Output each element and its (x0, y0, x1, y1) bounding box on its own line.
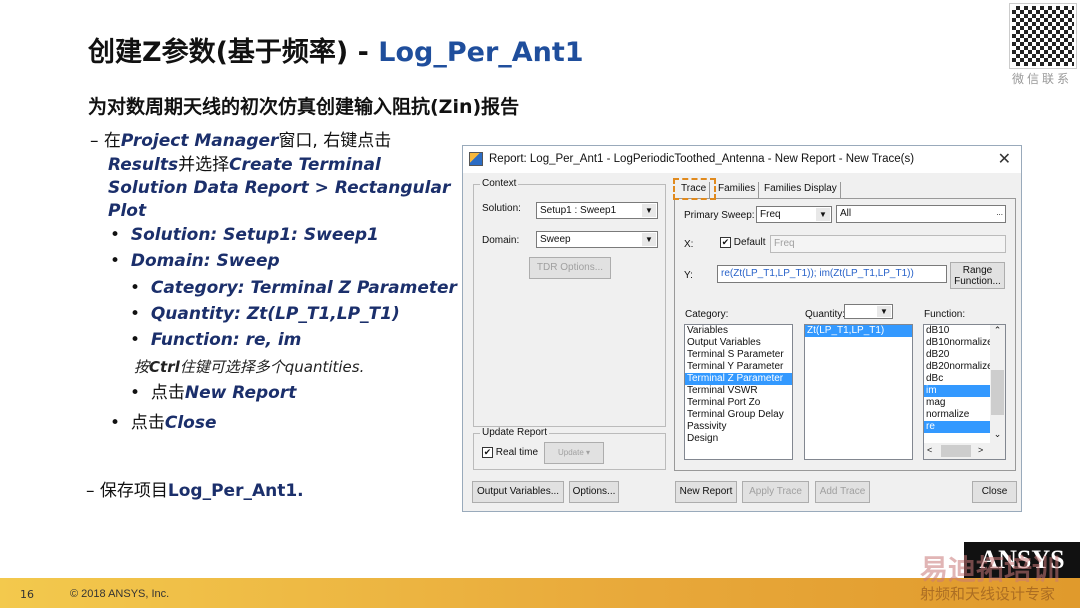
dialog-titlebar: Report: Log_Per_Ant1 - LogPeriodicToothe… (463, 146, 1021, 173)
app-icon (469, 152, 483, 166)
tab-families[interactable]: Families (715, 182, 760, 198)
trace-tab-callout (673, 178, 716, 200)
close-icon[interactable]: ✕ (998, 149, 1011, 169)
solution-select[interactable]: Setup1 : Sweep1 ▼ (536, 202, 658, 219)
check-icon: ✔ (720, 237, 731, 248)
bullet-new-report: • 点击New Report (130, 383, 297, 403)
tdr-options-button[interactable]: TDR Options... (529, 257, 611, 279)
function-scrollbar[interactable]: ⌃ ⌄ (990, 325, 1005, 459)
dropdown-arrow-icon: ▼ (816, 208, 830, 221)
list-item[interactable]: Output Variables (685, 337, 792, 349)
bullet-step1-line3: Solution Data Report > Rectangular (108, 178, 451, 198)
dropdown-arrow-icon: ▼ (877, 306, 891, 317)
bullet-function: • Function: re, im (130, 330, 302, 350)
bullet-quantity: • Quantity: Zt(LP_T1,LP_T1) (130, 304, 400, 324)
bullet-step1-line2: Results并选择Create Terminal (108, 155, 381, 175)
x-label: X: (684, 239, 694, 250)
quantity-label: Quantity: (805, 309, 846, 320)
apply-trace-button[interactable]: Apply Trace (742, 481, 809, 503)
page-number: 16 (20, 588, 34, 601)
list-item[interactable]: Terminal Y Parameter (685, 361, 792, 373)
range-function-button[interactable]: Range Function... (950, 262, 1005, 289)
dropdown-arrow-icon: ▼ (642, 233, 656, 246)
domain-label: Domain: (482, 235, 520, 246)
title-text: 创建Z参数(基于频率) - (88, 37, 379, 68)
check-icon: ✔ (482, 447, 493, 458)
context-group: Context Solution: Setup1 : Sweep1 ▼ Domai… (473, 178, 666, 427)
scroll-down-icon: ⌄ (993, 429, 1002, 439)
dialog-title: Report: Log_Per_Ant1 - LogPeriodicToothe… (489, 153, 915, 165)
watermark-tagline: 射频和天线设计专家 (920, 585, 1056, 603)
scroll-right-icon: > (978, 445, 984, 455)
update-report-label: Update Report (480, 427, 550, 438)
quantity-list[interactable]: Zt(LP_T1,LP_T1) (804, 324, 913, 460)
title-project: Log_Per_Ant1 (378, 37, 584, 68)
list-item[interactable]: Design (685, 433, 792, 445)
scrollbar-thumb (991, 370, 1004, 415)
function-label: Function: (924, 309, 966, 320)
qr-code (1009, 3, 1077, 69)
list-item[interactable]: Terminal VSWR (685, 385, 792, 397)
bullet-step1-line4: Plot (108, 201, 147, 221)
ctrl-note: 按Ctrl住键可选择多个quantities. (134, 358, 365, 376)
x-field[interactable]: Freq (770, 235, 1006, 253)
bullet-step1: – 在Project Manager窗口, 右键点击 (90, 131, 392, 151)
primary-sweep-select[interactable]: Freq ▼ (756, 206, 832, 223)
function-hscrollbar[interactable]: < > (924, 443, 990, 459)
bullet-save: – 保存项目Log_Per_Ant1. (86, 481, 304, 501)
slide-title: 创建Z参数(基于频率) - Log_Per_Ant1 (88, 30, 584, 69)
list-item[interactable]: Terminal Port Zo (685, 397, 792, 409)
new-report-dialog: Report: Log_Per_Ant1 - LogPeriodicToothe… (462, 145, 1022, 512)
primary-sweep-label: Primary Sweep: (684, 210, 755, 221)
realtime-checkbox[interactable]: ✔ Real time (482, 447, 538, 458)
slide-subtitle: 为对数周期天线的初次仿真创建输入阻抗(Zin)报告 (88, 96, 520, 118)
watermark: 易迪拓培训 (920, 553, 1061, 586)
list-item[interactable]: Terminal S Parameter (685, 349, 792, 361)
list-item[interactable]: Terminal Z Parameter (685, 373, 792, 385)
bullet-category: • Category: Terminal Z Parameter (130, 278, 457, 298)
context-label: Context (480, 178, 519, 189)
list-item[interactable]: Zt(LP_T1,LP_T1) (805, 325, 912, 337)
category-label: Category: (685, 309, 729, 320)
update-report-group: Update Report ✔ Real time Update ▾ (473, 427, 666, 470)
scroll-left-icon: < (927, 445, 933, 455)
scroll-up-icon: ⌃ (993, 325, 1002, 335)
list-item[interactable]: Passivity (685, 421, 792, 433)
add-trace-button[interactable]: Add Trace (815, 481, 870, 503)
bullet-domain: • Domain: Sweep (110, 251, 280, 271)
bullet-close: • 点击Close (110, 413, 217, 433)
sweep-range-ellipsis-button[interactable]: ... (996, 208, 1003, 217)
category-list[interactable]: Variables Output Variables Terminal S Para… (684, 324, 793, 460)
bullet-solution: • Solution: Setup1: Sweep1 (110, 225, 379, 245)
options-button[interactable]: Options... (569, 481, 619, 503)
close-button[interactable]: Close (972, 481, 1017, 503)
list-item[interactable]: Variables (685, 325, 792, 337)
tab-families-display[interactable]: Families Display (761, 182, 841, 198)
update-button[interactable]: Update ▾ (544, 442, 604, 464)
qr-caption: 微信联系 (1012, 72, 1073, 86)
domain-select[interactable]: Sweep ▼ (536, 231, 658, 248)
sweep-range-field[interactable]: All... (836, 205, 1006, 223)
default-checkbox[interactable]: ✔ Default (720, 237, 765, 248)
list-item[interactable]: Terminal Group Delay (685, 409, 792, 421)
new-report-button[interactable]: New Report (675, 481, 737, 503)
copyright: © 2018 ANSYS, Inc. (70, 588, 170, 600)
output-variables-button[interactable]: Output Variables... (472, 481, 564, 503)
dropdown-arrow-icon: ▼ (642, 204, 656, 217)
quantity-filter-select[interactable]: ▼ (844, 304, 893, 319)
y-label: Y: (684, 270, 693, 281)
y-expression-field[interactable]: re(Zt(LP_T1,LP_T1)); im(Zt(LP_T1,LP_T1)) (717, 265, 947, 283)
solution-label: Solution: (482, 203, 521, 214)
